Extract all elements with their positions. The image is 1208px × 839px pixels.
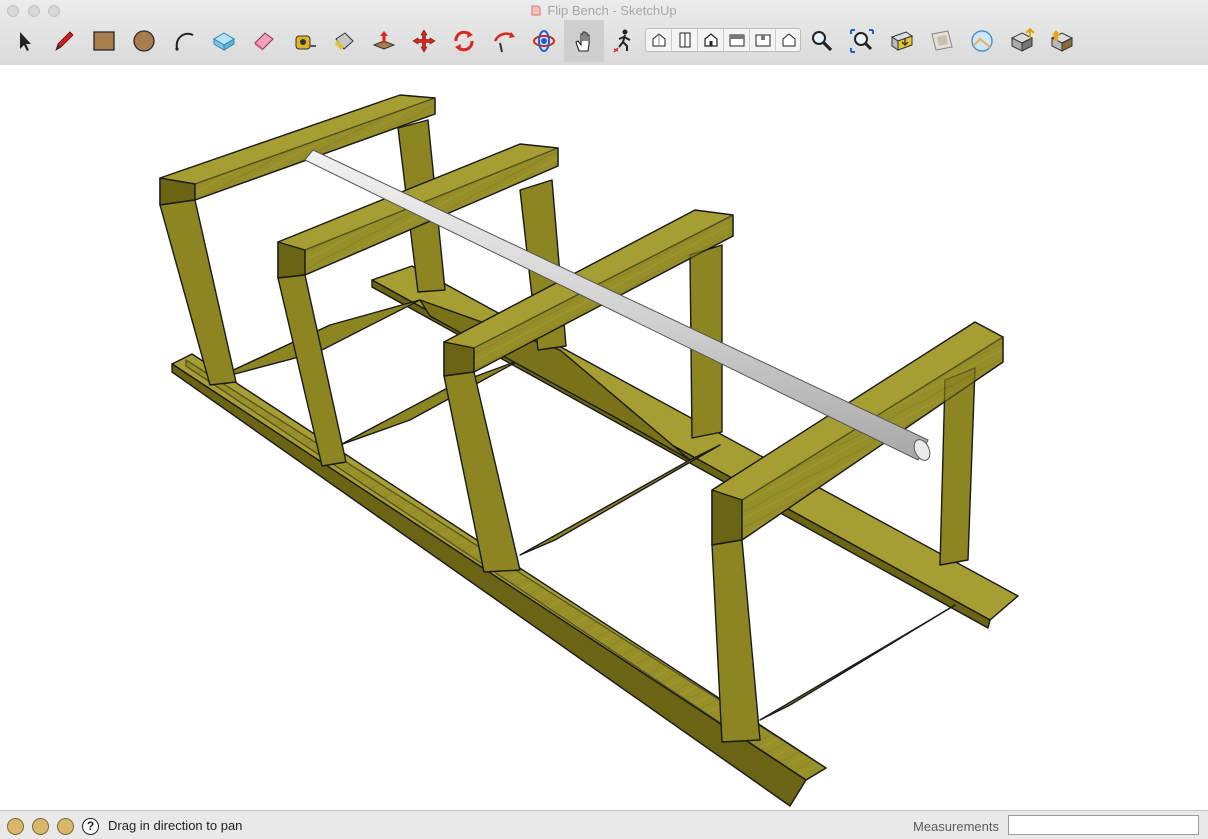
window-title: Flip Bench - SketchUp (547, 3, 677, 18)
right-view-icon (729, 34, 744, 47)
warehouse-icon (890, 31, 914, 51)
tape-measure-tool-button[interactable] (284, 20, 324, 62)
globe-icon (1010, 27, 1035, 52)
left-view-icon (782, 33, 795, 47)
measurements-label: Measurements (913, 819, 999, 834)
pan-hand-icon (575, 31, 590, 52)
push-pull-icon (372, 31, 396, 50)
iso-view-icon (652, 33, 665, 47)
iso-view-button[interactable] (646, 29, 672, 51)
help-icon[interactable]: ? (82, 818, 99, 835)
warehouse-button[interactable] (882, 20, 922, 62)
sketchup-window: Flip Bench - SketchUp ? Drag in directio… (0, 0, 1208, 839)
measurements-input[interactable] (1008, 815, 1199, 835)
share-model-button[interactable] (922, 20, 962, 62)
geo-location-button[interactable] (1002, 20, 1042, 62)
zoom-extents-icon (850, 29, 874, 53)
credits-icon[interactable] (32, 818, 49, 835)
pencil-tool-button[interactable] (44, 20, 84, 62)
top-view-button[interactable] (672, 29, 698, 51)
move-icon (412, 29, 436, 53)
push-pull-tool-button[interactable] (364, 20, 404, 62)
status-message: Drag in direction to pan (108, 818, 243, 833)
make-component-tool-button[interactable] (204, 20, 244, 62)
views-toolbar (645, 28, 801, 52)
eraser-tool-button[interactable] (244, 20, 284, 62)
arc-icon (175, 32, 194, 51)
right-view-button[interactable] (724, 29, 750, 51)
rectangle-tool-button[interactable] (84, 20, 124, 62)
pencil-icon (55, 31, 74, 51)
select-tool-button[interactable] (4, 20, 44, 62)
photo-textures-icon (971, 30, 993, 52)
select-arrow-icon (20, 32, 31, 51)
photo-textures-button[interactable] (962, 20, 1002, 62)
flip-bench-model[interactable] (0, 65, 1208, 809)
sign-in-icon[interactable] (57, 818, 74, 835)
extension-warehouse-icon (1050, 30, 1074, 52)
walk-tool-button[interactable] (604, 20, 644, 62)
orbit-icon (533, 30, 555, 52)
walk-icon (613, 29, 631, 53)
front-view-icon (703, 33, 718, 47)
top-view-icon (679, 32, 690, 48)
title-toolbar-area: Flip Bench - SketchUp (0, 0, 1208, 66)
tape-measure-icon (295, 35, 316, 50)
extension-warehouse-button[interactable] (1042, 20, 1082, 62)
follow-me-tool-button[interactable] (484, 20, 524, 62)
front-view-button[interactable] (698, 29, 724, 51)
geo-location-icon[interactable] (7, 818, 24, 835)
pan-tool-button[interactable] (564, 20, 604, 62)
sketchup-doc-icon (531, 5, 541, 16)
paint-bucket-icon (335, 32, 354, 50)
window-title-bar: Flip Bench - SketchUp (0, 2, 1208, 20)
status-bar: ? Drag in direction to pan Measurements (0, 810, 1208, 839)
orbit-tool-button[interactable] (524, 20, 564, 62)
move-tool-button[interactable] (404, 20, 444, 62)
main-toolbar (0, 20, 1208, 64)
rotate-icon (454, 30, 474, 52)
arc-tool-button[interactable] (164, 20, 204, 62)
zoom-extents-tool-button[interactable] (842, 20, 882, 62)
left-view-button[interactable] (776, 29, 801, 51)
share-model-icon (931, 30, 953, 51)
eraser-icon (254, 32, 274, 51)
component-icon (213, 32, 235, 51)
follow-me-icon (493, 32, 515, 53)
model-viewport[interactable] (0, 65, 1208, 809)
paint-bucket-tool-button[interactable] (324, 20, 364, 62)
back-view-button[interactable] (750, 29, 776, 51)
circle-tool-button[interactable] (124, 20, 164, 62)
circle-icon (133, 30, 155, 52)
zoom-tool-button[interactable] (802, 20, 842, 62)
rectangle-icon (93, 31, 115, 51)
zoom-magnifier-icon (812, 31, 833, 52)
rotate-tool-button[interactable] (444, 20, 484, 62)
back-view-icon (755, 34, 770, 47)
